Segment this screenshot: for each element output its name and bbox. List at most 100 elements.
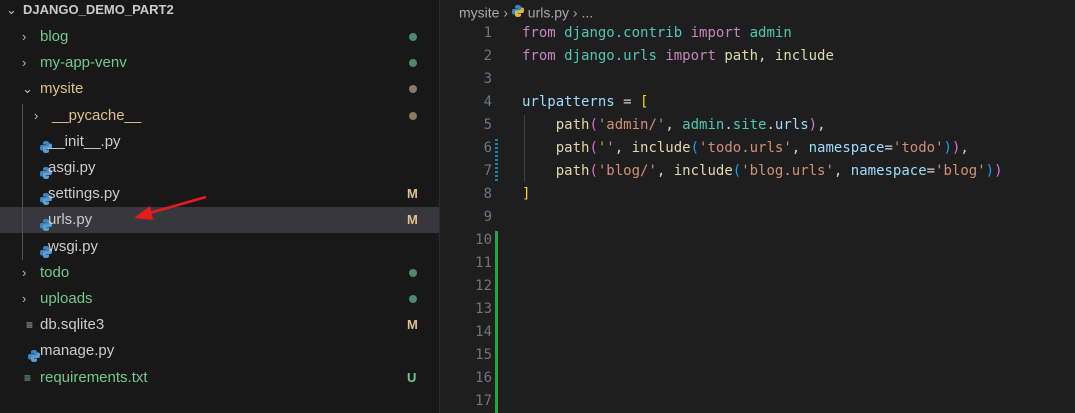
code-token: 'blog.urls' [741, 163, 834, 179]
tree-item-label: wsgi.py [48, 237, 99, 255]
code-token: ( [690, 140, 700, 156]
line-number: 10 [475, 232, 492, 248]
code-token: , [665, 117, 683, 133]
code-token: , [960, 140, 969, 156]
code-line[interactable]: from django.contrib import admin [522, 22, 792, 45]
tree-item-asgi-py[interactable]: asgi.py [0, 155, 439, 181]
code-token: include [774, 48, 834, 64]
code-token: urlpatterns [522, 94, 615, 110]
chevron-right-icon[interactable]: › [34, 103, 38, 129]
git-status-badge: U [407, 369, 417, 385]
code-token: , [758, 48, 775, 64]
code-token: , [656, 163, 674, 179]
line-number: 11 [475, 255, 492, 271]
modified-lines-indicator[interactable] [495, 139, 498, 183]
tree-item-urls-py[interactable]: urls.py M [0, 207, 439, 234]
code-line[interactable]: path('admin/', admin.site.urls), [522, 114, 826, 137]
code-token: 'todo' [892, 140, 944, 156]
chevron-right-icon[interactable]: › [22, 50, 26, 76]
tree-item-label: __pycache__ [52, 106, 142, 124]
status-dot-icon [409, 59, 417, 68]
explorer-root[interactable]: ⌄ DJANGO_DEMO_PART2 [0, 0, 439, 23]
code-token: path [724, 48, 759, 64]
tree-item-label: requirements.txt [40, 368, 148, 386]
text-file-icon: ≡ [24, 370, 32, 385]
code-line[interactable]: path('', include('todo.urls', namespace=… [522, 137, 969, 160]
tree-item-todo[interactable]: › todo [0, 260, 439, 286]
python-file-icon [28, 345, 40, 363]
line-number: 17 [475, 393, 492, 409]
indent-guide [22, 104, 23, 260]
code-token: admin [749, 25, 792, 41]
git-status-badge: M [407, 317, 418, 333]
code-token: 'blog' [935, 163, 986, 179]
tree-item-wsgi-py[interactable]: wsgi.py [0, 234, 439, 260]
explorer-sidebar: ⌄ DJANGO_DEMO_PART2 › blog › my-app-venv ⌄ my… [0, 0, 440, 413]
git-status-badge: M [407, 212, 418, 228]
line-number: 14 [475, 324, 492, 340]
tree-item-mysite[interactable]: ⌄ mysite [0, 76, 439, 102]
breadcrumb-file[interactable]: urls.py [528, 4, 569, 20]
code-token: ] [522, 186, 531, 202]
code-editor[interactable]: mysite › urls.py › ... 1 2 3 4 5 6 7 8 9 10 11 12 13… [440, 0, 1075, 413]
chevron-right-icon[interactable]: › [22, 286, 26, 312]
code-token: ) [943, 140, 952, 156]
chevron-right-icon[interactable]: › [22, 260, 26, 286]
breadcrumb-folder[interactable]: mysite [459, 4, 499, 20]
breadcrumb-symbols[interactable]: ... [581, 4, 593, 20]
line-number: 4 [483, 94, 492, 110]
status-dot-icon [409, 111, 417, 120]
tree-item-label: urls.py [48, 211, 93, 229]
code-token: , [817, 117, 826, 133]
tree-item-blog[interactable]: › blog [0, 24, 439, 50]
code-token: ) [994, 163, 1003, 179]
code-token: urls [774, 117, 809, 133]
chevron-right-icon: › [503, 4, 512, 21]
code-token: path [555, 163, 590, 179]
line-number: 3 [483, 71, 492, 87]
status-dot-icon [409, 268, 417, 277]
code-token: , [791, 140, 809, 156]
code-token: admin [682, 117, 725, 133]
tree-item-label: db.sqlite3 [40, 316, 105, 334]
code-line[interactable]: ] [522, 183, 530, 206]
line-number: 5 [483, 117, 492, 133]
tree-item-label: mysite [40, 80, 84, 98]
status-dot-icon [409, 295, 417, 303]
line-number: 16 [475, 370, 492, 386]
line-number: 8 [483, 186, 492, 202]
chevron-down-icon[interactable]: ⌄ [22, 76, 33, 102]
code-token: [ [640, 94, 649, 110]
code-token: django.contrib [564, 25, 683, 41]
tree-item-requirements-txt[interactable]: ≡ requirements.txt U [0, 365, 439, 391]
tree-item--init-py[interactable]: __init__.py [0, 129, 439, 155]
tree-item-label: uploads [40, 290, 93, 307]
git-status-badge: M [407, 186, 418, 202]
code-token: from [522, 25, 556, 41]
tree-item-settings-py[interactable]: settings.py M [0, 181, 439, 207]
line-number: 13 [475, 301, 492, 317]
code-token: . [766, 117, 775, 133]
code-line[interactable]: from django.urls import path, include [522, 45, 834, 68]
tree-item--pycache-[interactable]: › __pycache__ [0, 103, 439, 129]
code-token: include [631, 140, 691, 156]
code-line[interactable]: urlpatterns = [ [522, 91, 648, 114]
code-token: ) [808, 117, 818, 133]
code-token: 'blog/' [597, 163, 657, 179]
code-token: , [614, 140, 632, 156]
database-file-icon: ≡ [26, 318, 34, 333]
tree-item-my-app-venv[interactable]: › my-app-venv [0, 50, 439, 76]
added-lines-indicator[interactable] [495, 231, 498, 413]
tree-item-label: asgi.py [48, 159, 96, 176]
chevron-right-icon[interactable]: › [22, 24, 26, 50]
tree-item-manage-py[interactable]: manage.py [0, 338, 439, 364]
tree-item-label: settings.py [48, 185, 120, 203]
tree-item-uploads[interactable]: › uploads [0, 286, 439, 312]
tree-item-label: __init__.py [48, 132, 121, 150]
chevron-down-icon: ⌄ [6, 2, 17, 17]
tree-item-db-sqlite3[interactable]: ≡ db.sqlite3 M [0, 312, 439, 338]
code-line[interactable]: path('blog/', include('blog.urls', names… [522, 160, 1003, 183]
